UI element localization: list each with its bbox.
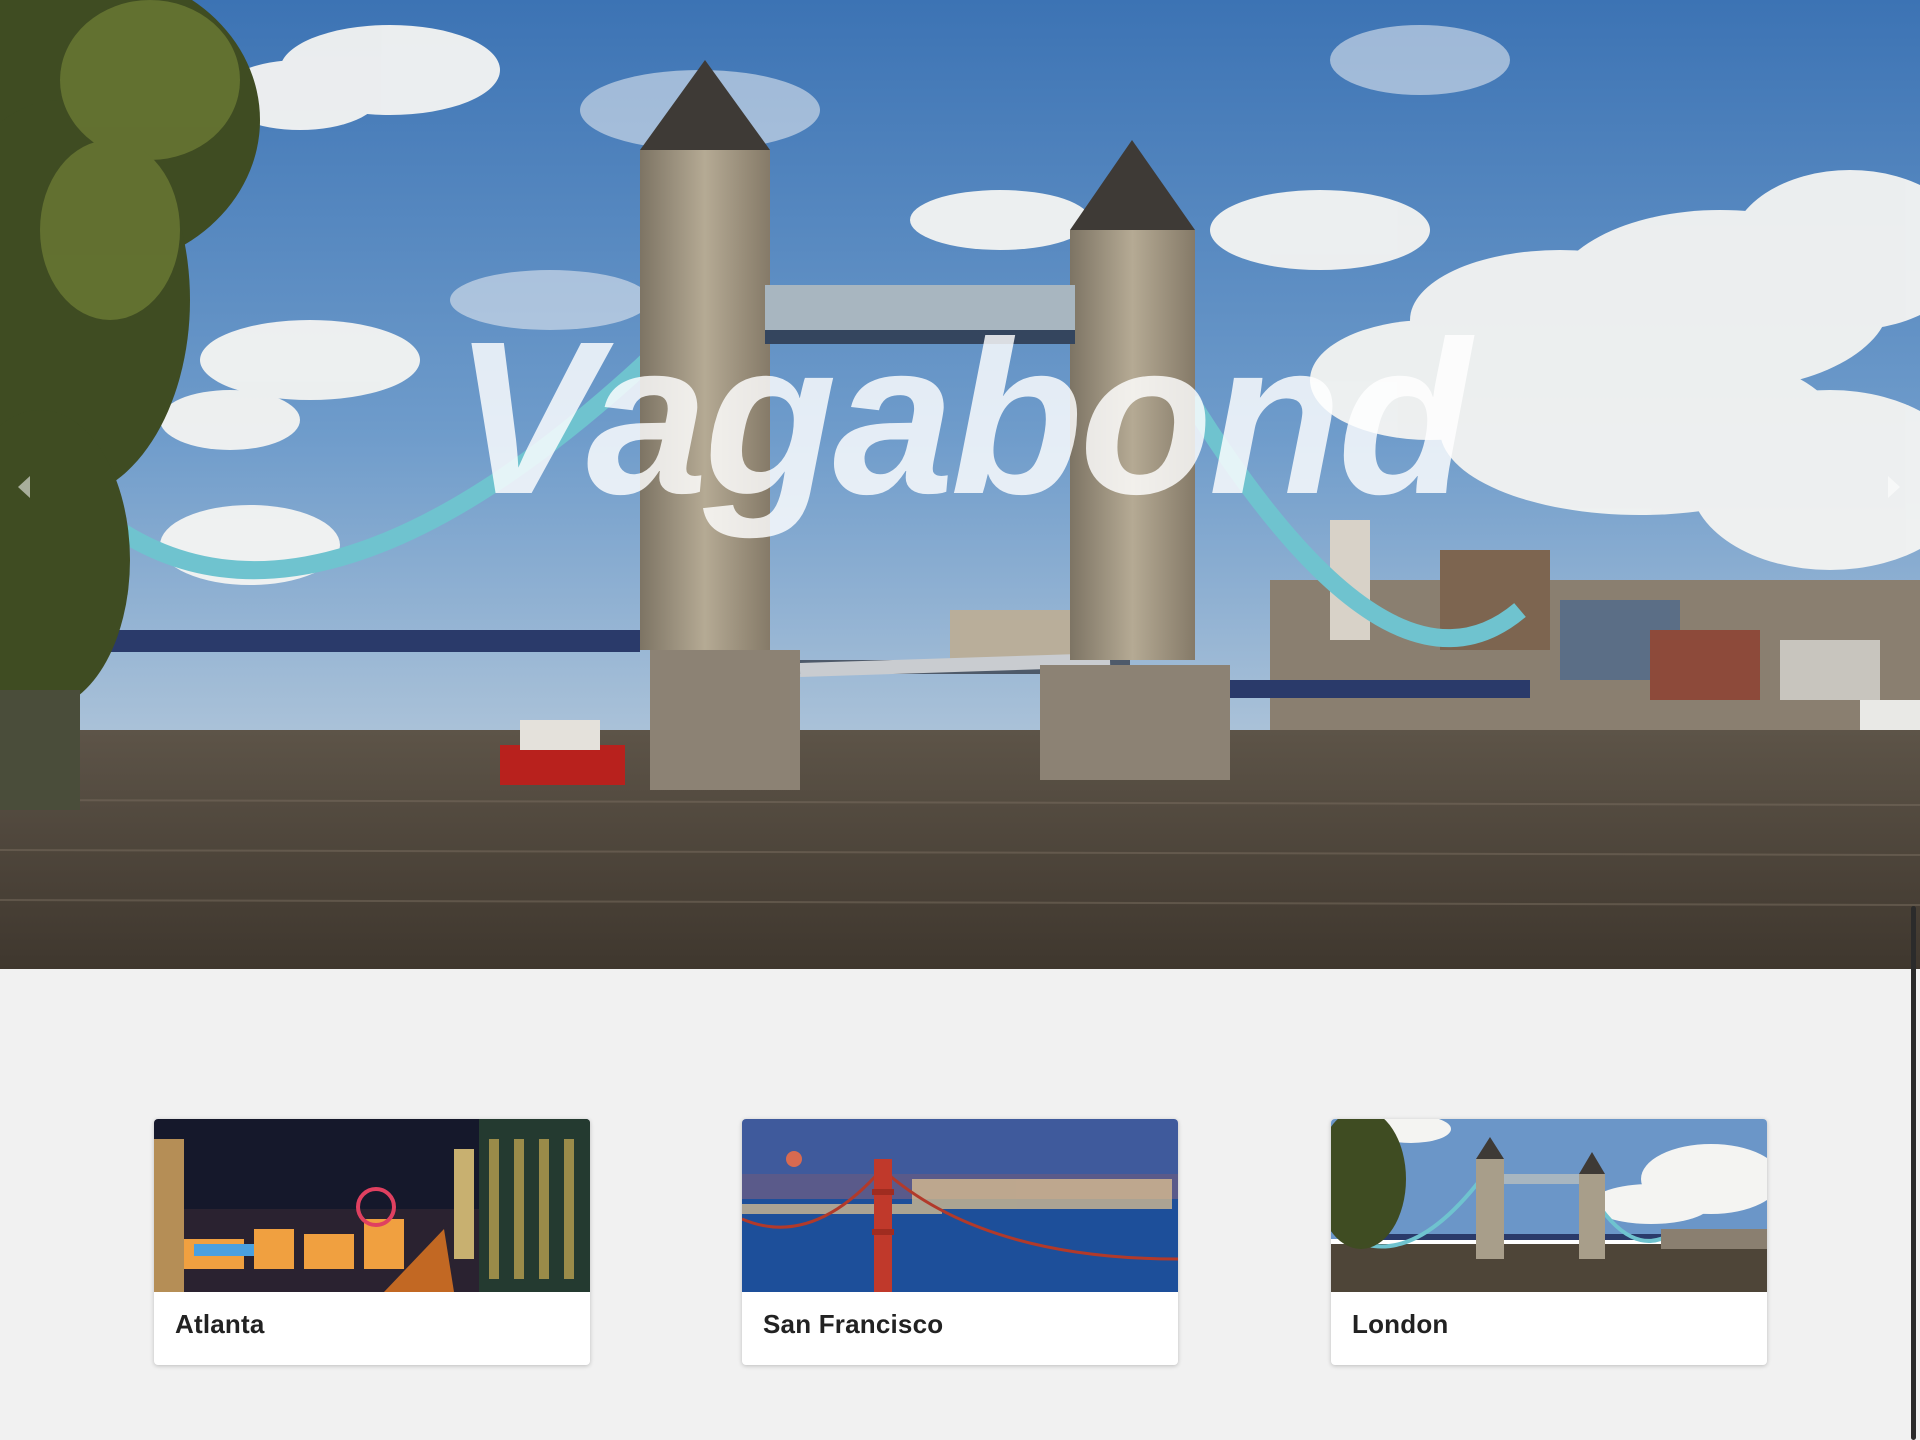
city-label: London xyxy=(1352,1309,1449,1339)
chevron-left-icon xyxy=(18,476,30,498)
city-card-san-francisco[interactable]: San Francisco xyxy=(742,1119,1178,1365)
carousel-prev-button[interactable] xyxy=(10,470,36,504)
city-label: Atlanta xyxy=(175,1309,265,1339)
hero-carousel: Vagabond xyxy=(0,0,1920,969)
city-card-atlanta[interactable]: Atlanta xyxy=(154,1119,590,1365)
city-card-london[interactable]: London xyxy=(1331,1119,1767,1365)
city-cards: Atlanta San Francisco London xyxy=(0,1119,1920,1365)
city-thumbnail-san-francisco xyxy=(742,1119,1178,1292)
city-thumbnail-london xyxy=(1331,1119,1767,1292)
city-thumbnail-atlanta xyxy=(154,1119,590,1292)
city-label: San Francisco xyxy=(763,1309,944,1339)
hero-image-tower-bridge xyxy=(0,0,1920,969)
carousel-next-button[interactable] xyxy=(1882,470,1908,504)
chevron-right-icon xyxy=(1888,476,1900,498)
